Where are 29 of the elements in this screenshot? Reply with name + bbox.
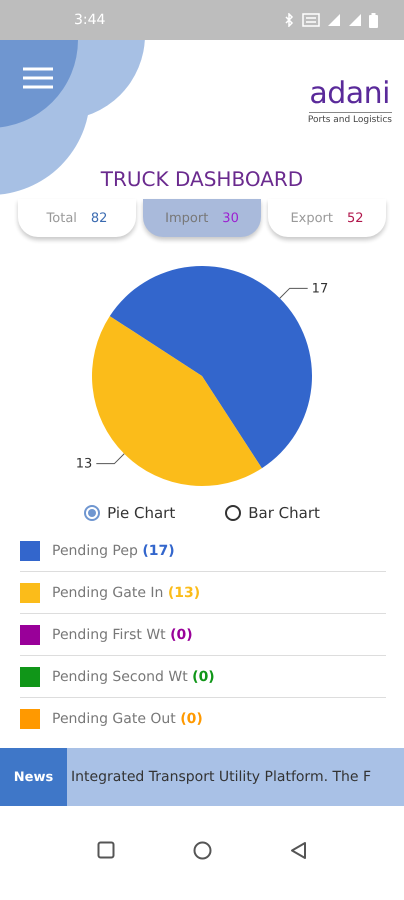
dashboard-title: TRUCK DASHBOARD [100,166,304,193]
chart-type-radio[interactable]: Bar Chart [225,504,320,522]
status-time: 3:44 [74,12,106,28]
menu-icon [22,66,54,90]
signal-icon [327,13,341,27]
legend-label: Pending First Wt (0) [52,626,193,642]
data-icon [302,13,320,27]
chart-type-radio[interactable]: Pie Chart [84,504,176,522]
leader-line [279,288,308,299]
data-label: 13 [76,456,92,472]
menu-button[interactable] [22,66,54,90]
news-label: News [0,748,67,806]
legend-label: Pending Gate In (13) [52,584,200,600]
stat-card[interactable]: Export 52 [268,199,386,237]
legend-label: Pending Gate Out (0) [52,710,203,726]
logo: adani [309,78,392,113]
leader-line [96,453,125,464]
battery-icon [369,12,378,28]
stat-card[interactable]: Total 82 [18,199,136,237]
legend-label: Pending Pep (17) [52,542,175,558]
legend-label: Pending Second Wt (0) [52,668,215,684]
back-icon[interactable] [290,840,307,860]
recents-icon[interactable] [97,841,115,859]
data-label: 17 [312,281,328,296]
bluetooth-icon [283,13,295,27]
home-icon[interactable] [193,840,212,860]
news-text: Integrated Transport Utility Platform. The F [70,769,372,785]
logo-subtitle: Ports and Logistics [308,115,392,125]
signal-icon [348,13,362,27]
